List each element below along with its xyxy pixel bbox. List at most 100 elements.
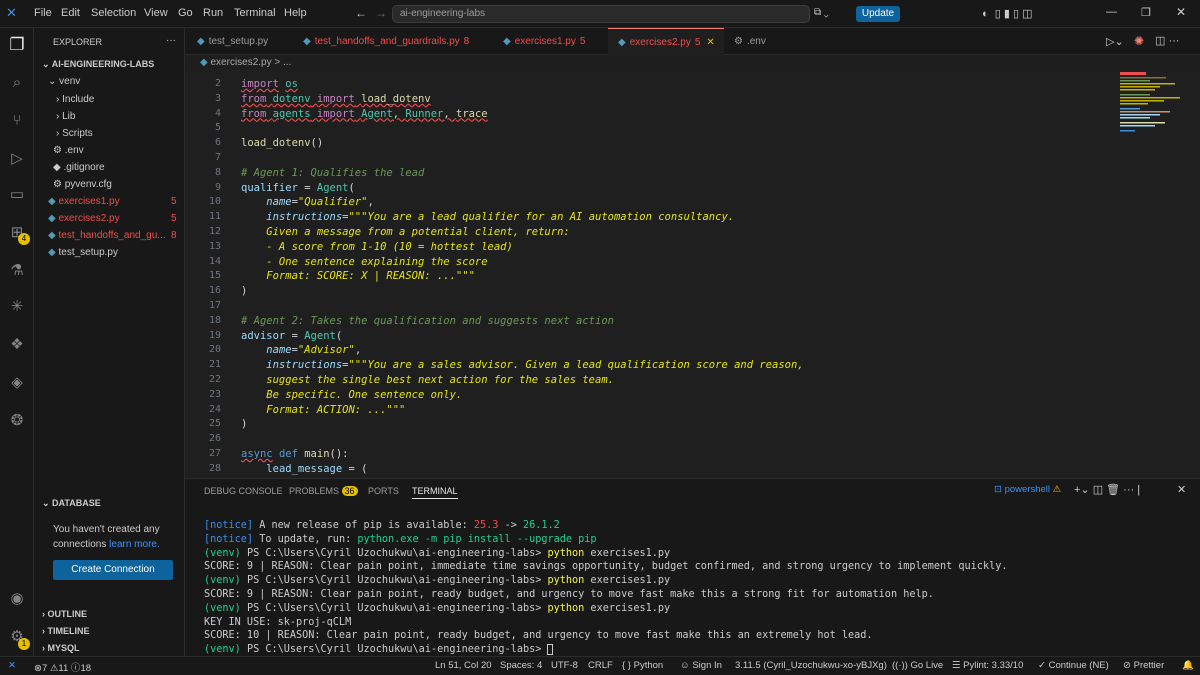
menu-file[interactable]: File [34,7,52,19]
output-line: SCORE: 9 | REASON: Clear pain point, rea… [204,588,934,600]
go-live[interactable]: ((·)) Go Live [892,660,943,671]
figma-icon[interactable]: ❖ [8,336,26,354]
run-debug-icon[interactable]: ▷ [8,150,26,168]
menu-view[interactable]: View [144,7,168,19]
cursor-position[interactable]: Ln 51, Col 20 [435,660,492,671]
menu-terminal[interactable]: Terminal [234,7,276,19]
source-control-icon[interactable]: ⑂ [8,112,26,130]
restore-icon[interactable]: ❐ [1141,6,1151,19]
workspace-root[interactable]: ⌄ AI-ENGINEERING-LABS [42,59,154,70]
line-number: 9 [214,181,221,193]
tree-file-gitignore[interactable]: ◆ .gitignore [53,162,105,173]
cmd-python: python [547,602,585,614]
pip-upgrade-cmd: python.exe -m pip install --upgrade pip [357,533,597,545]
copilot-edit-icon[interactable]: ✺ [1134,34,1144,48]
remote-indicator-icon[interactable]: ✕ [8,660,16,671]
tab-terminal[interactable]: TERMINAL [412,486,458,499]
minimize-icon[interactable]: — [1106,6,1117,18]
command-center-search[interactable]: ai-engineering-labs [392,5,810,23]
prompt-path: PS C:\Users\Cyril Uzochukwu\ai-engineeri… [240,575,548,587]
terminal-shell-selector[interactable]: ⊡ powershell ⚠ [994,484,1061,495]
line-number: 6 [214,137,221,149]
layers-icon[interactable]: ◈ [8,374,26,392]
create-connection-button[interactable]: Create Connection [53,560,173,580]
line-ending[interactable]: CRLF [588,660,613,671]
pylint-status[interactable]: ☰ Pylint: 3.33/10 [952,660,1023,671]
timeline-section[interactable]: › TIMELINE [42,626,90,636]
minimap[interactable] [1118,70,1198,150]
close-window-icon[interactable]: ✕ [1176,5,1186,19]
split-editor-icon[interactable]: ◫ ··· [1155,34,1179,47]
line-number: 7 [214,152,221,163]
learn-more-link[interactable]: learn more. [109,539,160,550]
tree-file-env[interactable]: ⚙ .env [53,145,84,156]
run-file-icon[interactable]: ▷⌄ [1106,35,1124,48]
encoding[interactable]: UTF-8 [551,660,578,671]
tab-ports[interactable]: PORTS [368,486,399,496]
menu-selection[interactable]: Selection [91,7,136,19]
database-section[interactable]: ⌄ DATABASE [42,498,101,509]
search-icon[interactable]: ⌕ [8,74,26,92]
breadcrumb-text[interactable]: exercises2.py > ... [210,57,291,68]
db-message-text: connections [53,539,107,550]
tree-folder-lib[interactable]: › Lib [56,111,75,122]
tab-test-handoffs[interactable]: ◆ test_handoffs_and_guardrails.py 8 [303,28,469,55]
prompt-venv: (venv) [204,644,241,656]
tree-file-test-setup[interactable]: ◆ test_setup.py [48,247,118,258]
tree-folder-include[interactable]: › Include [56,94,94,105]
tree-label: Scripts [62,128,93,139]
menu-help[interactable]: Help [284,7,307,19]
tree-label: venv [59,76,81,87]
tab-problems[interactable]: PROBLEMS 36 [289,486,358,496]
mysql-section[interactable]: › MYSQL [42,643,80,653]
tab-exercises2[interactable]: ◆ exercises2.py 5 ✕ [608,28,724,55]
close-panel-icon[interactable]: ✕ [1177,483,1186,496]
openai-icon[interactable]: ❂ [8,412,26,430]
indentation[interactable]: Spaces: 4 [500,660,542,671]
testing-icon[interactable]: ⚗ [8,262,26,280]
copilot-icon[interactable]: ⧉ ⌄ [814,7,829,18]
more-actions-icon[interactable]: ··· [166,35,176,46]
tab-test-setup[interactable]: ◆ test_setup.py [197,28,268,55]
continue-status[interactable]: ✓ Continue (NE) [1038,660,1109,671]
tree-file-exercises2[interactable]: ◆ exercises2.py [48,213,120,224]
tree-label: Include [62,94,95,105]
account-icon[interactable]: ◉ [8,590,26,608]
menu-edit[interactable]: Edit [61,7,80,19]
back-arrow-icon[interactable]: ← [355,6,367,20]
cmd-python: python [547,547,585,559]
python-file-icon: ◆ [503,36,511,47]
tab-label: exercises2.py [629,37,691,48]
terminal-output[interactable]: [notice] A new release of pip is availab… [204,519,1007,657]
tree-file-exercises1[interactable]: ◆ exercises1.py [48,196,120,207]
update-button[interactable]: Update [856,6,900,22]
close-tab-icon[interactable]: ✕ [706,37,714,48]
prettier-status[interactable]: ⊘ Prettier [1123,660,1164,671]
menu-go[interactable]: Go [178,7,193,19]
tree-file-pyvenv[interactable]: ⚙ pyvenv.cfg [53,179,112,190]
tree-folder-venv[interactable]: ⌄ venv [48,76,80,87]
tree-folder-scripts[interactable]: › Scripts [56,128,93,139]
sign-in[interactable]: ☺ Sign In [680,660,722,671]
tab-exercises1[interactable]: ◆ exercises1.py 5 [503,28,585,55]
problems-status[interactable]: ⊗7 ⚠11 ⓘ18 [34,660,91,674]
language-label: Python [633,660,664,671]
explorer-icon[interactable]: ❐ [8,36,26,54]
line-number: 3 [214,92,221,104]
tab-debug-console[interactable]: DEBUG CONSOLE [204,486,283,496]
forward-arrow-icon[interactable]: → [375,6,387,20]
error-count-badge: 8 [171,230,177,241]
new-terminal-icon[interactable]: +⌄ ◫ 🗑 ··· | [1074,483,1140,496]
remote-explorer-icon[interactable]: ▭ [8,186,26,204]
python-interpreter[interactable]: 3.11.5 (Cyril_Uzochukwu-xo-yBJXg) [735,660,887,671]
outline-section[interactable]: › OUTLINE [42,609,87,619]
tree-file-test-handoffs[interactable]: ◆ test_handoffs_and_gu... [48,230,166,241]
layout-controls-icon[interactable]: ◐ ▯ ▮ ▯ ◫ [982,7,1032,20]
notifications-bell-icon[interactable]: 🔔 [1182,660,1194,671]
menu-run[interactable]: Run [203,7,223,19]
workspace-root-label: AI-ENGINEERING-LABS [51,59,155,69]
language-mode[interactable]: { } Python [622,660,663,671]
copilot-sparkle-icon[interactable]: ✳ [8,298,26,316]
tab-env[interactable]: ⚙ .env [734,28,766,55]
code-content[interactable]: import os from dotenv import load_dotenv… [241,77,804,477]
